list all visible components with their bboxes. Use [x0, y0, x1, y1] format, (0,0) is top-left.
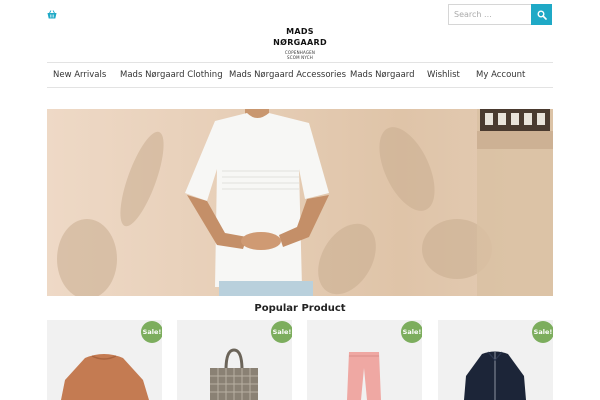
sale-badge: Sale!	[401, 321, 422, 343]
search-form	[448, 4, 552, 25]
product-card-bag[interactable]: Sale!	[177, 320, 292, 400]
search-icon	[537, 10, 547, 20]
nav-item-mads-norgaard[interactable]: Mads Nørgaard	[350, 70, 415, 80]
hero-image	[47, 109, 553, 296]
logo-line-2: NØRGAARD	[273, 38, 327, 47]
search-input[interactable]	[448, 4, 531, 25]
product-card-sweater[interactable]: Sale!	[47, 320, 162, 400]
product-grid: Sale! Sale! Sale! Sale!	[47, 320, 553, 400]
logo-line-1: MADS	[286, 27, 314, 36]
site-logo[interactable]: MADS NØRGAARD COPENHAGEN SCOM NYCH	[270, 26, 330, 60]
sale-badge: Sale!	[271, 321, 292, 343]
nav-item-accessories[interactable]: Mads Nørgaard Accessories	[229, 70, 346, 80]
product-card-jacket[interactable]: Sale!	[438, 320, 553, 400]
product-card-trousers[interactable]: Sale!	[307, 320, 422, 400]
main-nav: New Arrivals Mads Nørgaard Clothing Mads…	[47, 62, 553, 88]
nav-item-wishlist[interactable]: Wishlist	[427, 70, 460, 80]
sale-badge: Sale!	[532, 321, 553, 343]
search-button[interactable]	[531, 4, 552, 25]
popular-product-heading: Popular Product	[254, 303, 346, 314]
sale-badge: Sale!	[141, 321, 162, 343]
hero-banner[interactable]	[47, 109, 553, 296]
nav-item-clothing[interactable]: Mads Nørgaard Clothing	[120, 70, 223, 80]
basket-icon[interactable]	[47, 10, 57, 19]
logo-line-4: SCOM NYCH	[286, 55, 314, 60]
nav-item-new-arrivals[interactable]: New Arrivals	[53, 70, 106, 80]
nav-item-my-account[interactable]: My Account	[476, 70, 525, 80]
